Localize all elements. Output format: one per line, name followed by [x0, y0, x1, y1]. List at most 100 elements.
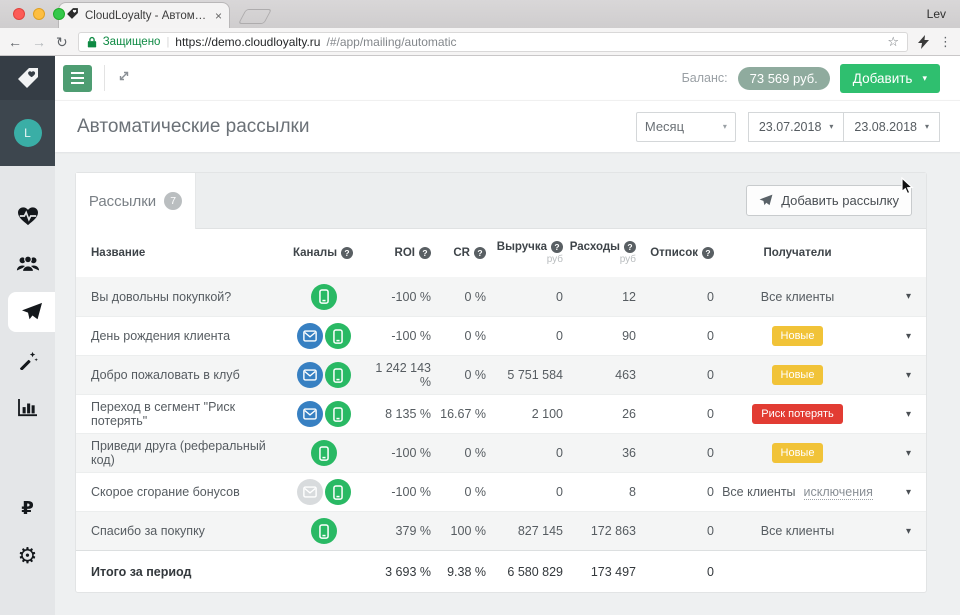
help-icon[interactable]: ?	[624, 241, 636, 253]
sms-channel-icon	[310, 283, 337, 310]
user-avatar-block[interactable]: L	[0, 100, 55, 166]
mailing-name: Приведи друга (реферальный код)	[91, 439, 266, 467]
page-header: Автоматические рассылки Месяц ▾ 23.07.20…	[55, 100, 960, 152]
roi-value: -100 %	[391, 289, 431, 304]
address-bar[interactable]: Защищено | https://demo.cloudloyalty.ru …	[77, 31, 908, 52]
row-expand-caret[interactable]: ▾	[881, 526, 911, 537]
table-row[interactable]: Спасибо за покупку 379 % 100 % 827 145 172 8…	[76, 511, 926, 550]
bookmark-star-icon[interactable]: ☆	[887, 34, 899, 50]
menu-hamburger-button[interactable]	[63, 64, 92, 92]
date-to-button[interactable]: 23.08.2018 ▾	[844, 111, 940, 142]
date-from-button[interactable]: 23.07.2018 ▾	[747, 111, 845, 142]
col-header-unsubscribed: Отписок?	[636, 247, 714, 259]
table-row[interactable]: Приведи друга (реферальный код) -100 % 0 %…	[76, 433, 926, 472]
browser-profile-name[interactable]: Lev	[927, 7, 946, 21]
help-icon[interactable]: ?	[341, 247, 354, 259]
sidebar-item-loyalty-health[interactable]	[0, 196, 55, 236]
extension-lightning-icon[interactable]	[918, 34, 929, 49]
browser-url-bar: ← → ↻ Защищено | https://demo.cloudloyal…	[0, 28, 960, 56]
window-close-button[interactable]	[13, 8, 25, 20]
email-icon	[302, 369, 317, 381]
row-expand-caret[interactable]: ▾	[881, 291, 911, 302]
reload-icon[interactable]: ↻	[56, 35, 68, 49]
new-tab-button[interactable]	[238, 9, 272, 24]
expand-icon[interactable]	[117, 69, 131, 88]
table-row[interactable]: Вы довольны покупкой? -100 % 0 % 0 12 0 Все кл…	[76, 277, 926, 316]
app-logo[interactable]	[0, 56, 55, 100]
add-funds-button[interactable]: Добавить ▾	[839, 63, 940, 93]
cr-value: 0 %	[464, 289, 486, 304]
row-expand-caret[interactable]: ▾	[881, 370, 911, 381]
tab-mailings[interactable]: Рассылки 7	[76, 173, 196, 229]
total-revenue: 6 580 829	[507, 564, 563, 579]
paper-plane-icon	[21, 302, 42, 320]
date-to-value: 23.08.2018	[854, 119, 917, 134]
help-icon[interactable]: ?	[551, 241, 563, 253]
balance-value[interactable]: 73 569 руб.	[737, 66, 830, 90]
sidebar: L ₽ ⚙	[0, 56, 55, 615]
sidebar-item-payments[interactable]: ₽	[0, 488, 55, 528]
costs-value: 172 863	[590, 524, 636, 538]
help-icon[interactable]: ?	[419, 247, 431, 259]
row-expand-caret[interactable]: ▾	[881, 409, 911, 420]
col-header-revenue: Выручка? руб	[496, 241, 563, 265]
table-row[interactable]: Скорое сгорание бонусов -100 % 0 % 0 8 0 Все к…	[76, 472, 926, 511]
content-area: Рассылки 7 Добавить рассылку Название Ка…	[55, 152, 960, 615]
roi-value: -100 %	[391, 329, 431, 343]
window-controls	[13, 8, 65, 20]
row-expand-caret[interactable]: ▾	[881, 448, 911, 459]
sidebar-item-reports[interactable]	[0, 388, 55, 428]
forward-icon[interactable]: →	[32, 35, 46, 49]
cr-value: 0 %	[464, 368, 486, 382]
recipients-cell: Новые	[714, 365, 881, 385]
magic-wand-icon	[19, 351, 38, 370]
table-row[interactable]: Переход в сегмент "Риск потерять" 8 135 %…	[76, 394, 926, 433]
sidebar-item-customers[interactable]	[0, 244, 55, 284]
page-title: Автоматические рассылки	[77, 115, 310, 137]
roi-value: 8 135 %	[385, 407, 431, 421]
phone-icon	[332, 406, 343, 422]
table-body: Вы довольны покупкой? -100 % 0 % 0 12 0 Все кл…	[76, 277, 926, 550]
chevron-down-icon: ▾	[922, 72, 927, 83]
channels-cell	[281, 518, 366, 544]
total-unsubscribed: 0	[707, 564, 714, 579]
recipients-exceptions-link[interactable]: исключения	[803, 485, 873, 500]
users-icon	[16, 255, 39, 272]
window-zoom-button[interactable]	[53, 8, 65, 20]
email-icon	[302, 330, 317, 342]
roi-value: -100 %	[391, 446, 431, 460]
unsubscribed-value: 0	[707, 446, 714, 460]
add-mailing-button[interactable]: Добавить рассылку	[746, 185, 912, 216]
email-channel-icon	[296, 401, 323, 427]
browser-chrome: CloudLoyalty - Автоматические рассылки ×…	[0, 0, 960, 56]
col-header-name: Название	[91, 247, 146, 259]
cr-value: 0 %	[464, 446, 486, 460]
back-icon[interactable]: ←	[8, 35, 22, 49]
row-expand-caret[interactable]: ▾	[881, 331, 911, 342]
sidebar-nav: ₽ ⚙	[0, 166, 55, 615]
window-minimize-button[interactable]	[33, 8, 45, 20]
security-label: Защищено	[102, 35, 161, 48]
browser-menu-icon[interactable]: ⋮	[939, 34, 952, 50]
table-row[interactable]: День рождения клиента -100 % 0 % 0 90 0 Новые ▾	[76, 316, 926, 355]
row-expand-caret[interactable]: ▾	[881, 487, 911, 498]
sms-channel-icon	[324, 362, 351, 388]
recipients-badge: Риск потерять	[752, 404, 843, 424]
recipients-cell: Риск потерять	[714, 404, 881, 424]
revenue-value: 2 100	[531, 407, 563, 421]
sidebar-item-automation[interactable]	[0, 340, 55, 380]
chevron-down-icon: ▾	[722, 122, 727, 131]
sidebar-item-mailings[interactable]	[8, 292, 55, 332]
browser-tab[interactable]: CloudLoyalty - Автоматические рассылки ×	[58, 2, 230, 28]
avatar[interactable]: L	[13, 119, 42, 147]
tab-close-icon[interactable]: ×	[215, 9, 222, 23]
unsubscribed-value: 0	[707, 524, 714, 538]
sidebar-item-settings[interactable]: ⚙	[0, 536, 55, 576]
help-icon[interactable]: ?	[474, 247, 486, 259]
roi-value: 379 %	[395, 524, 431, 538]
table-row[interactable]: Добро пожаловать в клуб 1 242 143 % 0 % 5 7…	[76, 355, 926, 394]
period-select[interactable]: Месяц ▾	[635, 111, 736, 142]
table-header-row: Название Каналы? ROI? CR? Выручка? руб Р…	[76, 229, 926, 277]
help-icon[interactable]: ?	[702, 247, 714, 259]
bar-chart-icon	[17, 399, 37, 417]
